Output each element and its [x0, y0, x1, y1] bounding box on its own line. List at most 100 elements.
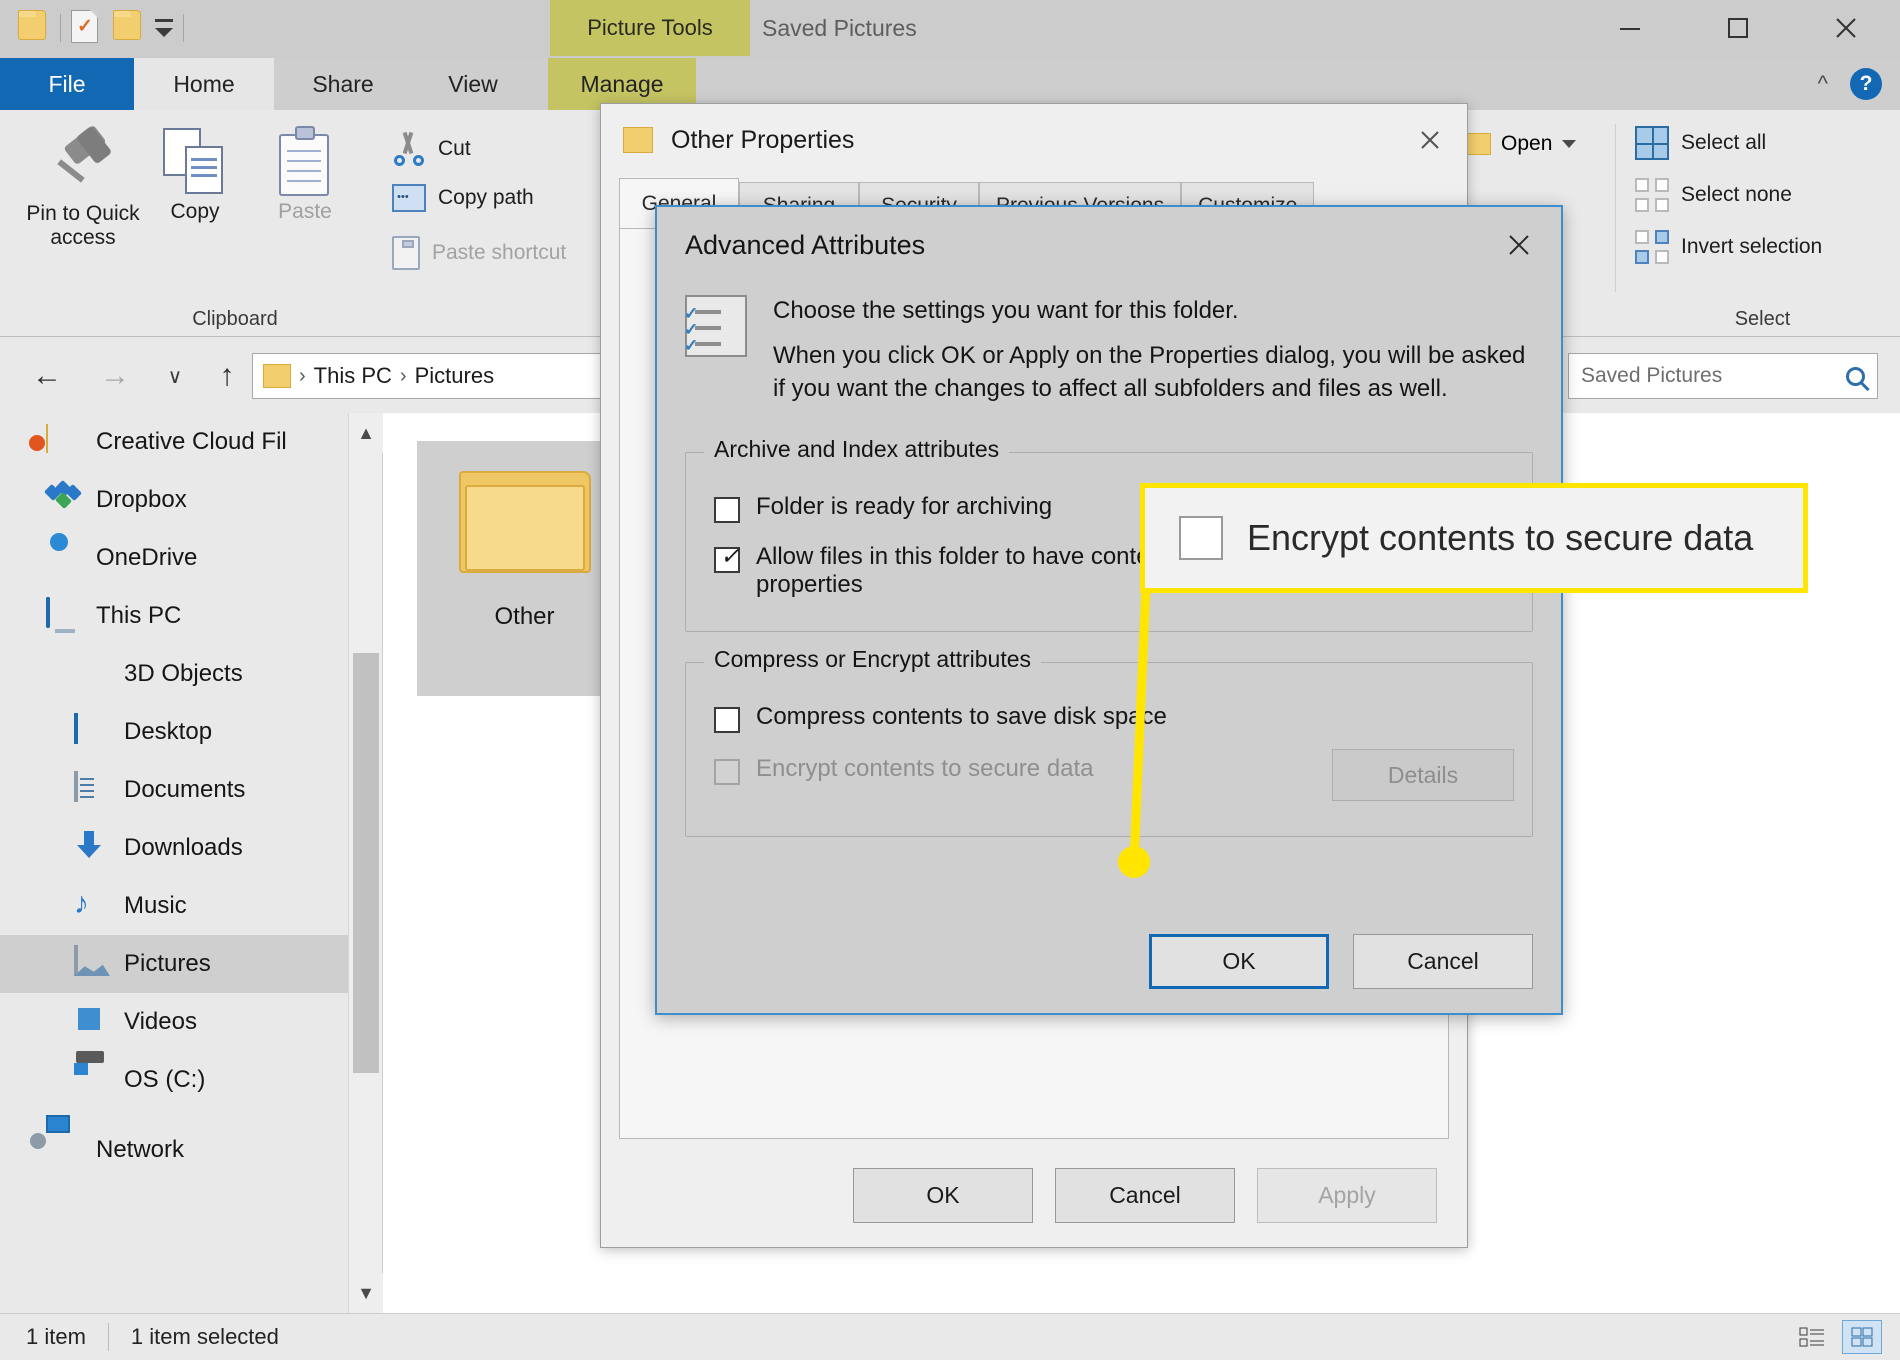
details-button: Details	[1332, 749, 1514, 801]
tab-share[interactable]: Share	[274, 58, 412, 110]
cut-button[interactable]: Cut	[392, 131, 471, 166]
select-all-button[interactable]: Select all	[1635, 126, 1766, 160]
advanced-cancel-button[interactable]: Cancel	[1353, 934, 1533, 989]
collapse-ribbon-chevron-up-icon[interactable]: ^	[1818, 71, 1828, 97]
contextual-tab-label: Picture Tools	[587, 15, 713, 40]
maximize-button[interactable]	[1684, 0, 1792, 56]
videos-icon	[74, 1005, 108, 1039]
toolbar-divider-2	[183, 14, 184, 42]
window-title-text: Saved Pictures	[762, 14, 917, 41]
advanced-attributes-close-button[interactable]	[1477, 207, 1561, 283]
up-button[interactable]: ↑	[204, 353, 250, 399]
sidebar-item-music[interactable]: ♪ Music	[0, 877, 348, 935]
intro-line-1: Choose the settings you want for this fo…	[773, 297, 1239, 324]
copy-button[interactable]: Copy	[140, 124, 250, 224]
navigation-pane: Creative Cloud Fil Dropbox OneDrive This…	[0, 413, 348, 1313]
scroll-up-arrow-icon[interactable]: ▲	[349, 413, 383, 453]
downloads-icon	[74, 831, 108, 865]
paste-button[interactable]: Paste	[250, 124, 360, 224]
sidebar-item-creative-cloud-files[interactable]: Creative Cloud Fil	[0, 413, 348, 471]
sidebar-item-label: Videos	[124, 1008, 197, 1035]
help-icon[interactable]: ?	[1850, 68, 1882, 100]
sidebar-item-documents[interactable]: Documents	[0, 761, 348, 819]
open-button[interactable]: Open	[1465, 132, 1577, 156]
forward-button[interactable]: →	[92, 353, 138, 399]
tab-manage-label: Manage	[580, 70, 664, 97]
paste-label: Paste	[278, 200, 332, 223]
clipboard-group-label: Clipboard	[192, 308, 278, 330]
tab-view[interactable]: View	[412, 58, 534, 110]
advanced-ok-button[interactable]: OK	[1149, 934, 1329, 989]
scrollbar-thumb[interactable]	[353, 653, 379, 1073]
sidebar-item-network[interactable]: Network	[0, 1115, 348, 1179]
back-button[interactable]: ←	[24, 353, 70, 399]
button-label: OK	[1222, 948, 1256, 974]
properties-close-button[interactable]	[1393, 104, 1467, 176]
navigation-pane-scrollbar[interactable]: ▲ ▼	[348, 413, 383, 1313]
callout-checkbox-icon	[1179, 516, 1223, 560]
checkbox-icon[interactable]: ✓	[714, 545, 740, 573]
onedrive-icon	[46, 541, 80, 575]
breadcrumb-separator-1: ›	[399, 364, 407, 387]
select-all-icon	[1635, 126, 1669, 160]
advanced-attributes-title-text: Advanced Attributes	[685, 229, 926, 260]
copy-path-button[interactable]: ••• Copy path	[392, 184, 534, 212]
properties-title-bar: Other Properties	[601, 104, 1467, 176]
documents-icon	[74, 771, 108, 807]
minimize-button[interactable]	[1576, 0, 1684, 56]
up-arrow-icon: ↑	[219, 359, 235, 392]
folder-icon	[458, 463, 591, 573]
select-all-label: Select all	[1681, 131, 1767, 154]
intro-line-2: When you click OK or Apply on the Proper…	[773, 341, 1526, 402]
sidebar-item-this-pc[interactable]: This PC	[0, 587, 348, 645]
paste-shortcut-button[interactable]: Paste shortcut	[392, 236, 566, 270]
compress-section-legend: Compress or Encrypt attributes	[704, 646, 1042, 673]
select-none-button[interactable]: Select none	[1635, 178, 1792, 212]
open-label: Open	[1501, 132, 1553, 155]
details-view-button[interactable]	[1792, 1320, 1832, 1354]
tab-file[interactable]: File	[0, 58, 134, 110]
sidebar-item-videos[interactable]: Videos	[0, 993, 348, 1051]
open-chevron-down-icon[interactable]	[1562, 140, 1577, 148]
sidebar-item-downloads[interactable]: Downloads	[0, 819, 348, 877]
breadcrumb-item-this-pc[interactable]: This PC	[314, 363, 392, 389]
checkbox-icon[interactable]	[714, 497, 740, 523]
breadcrumb-item-pictures[interactable]: Pictures	[415, 363, 494, 389]
scroll-down-arrow-icon[interactable]: ▼	[349, 1273, 383, 1313]
sidebar-item-os-drive[interactable]: OS (C:)	[0, 1051, 348, 1109]
sidebar-item-label: 3D Objects	[124, 660, 243, 687]
sidebar-item-dropbox[interactable]: Dropbox	[0, 471, 348, 529]
sidebar-item-3d-objects[interactable]: 3D Objects	[0, 645, 348, 703]
search-icon[interactable]	[1846, 366, 1865, 386]
sidebar-item-label: Dropbox	[96, 486, 187, 513]
new-folder-icon[interactable]	[113, 10, 145, 46]
callout-label: Encrypt contents to secure data	[1247, 517, 1754, 558]
invert-selection-label: Invert selection	[1681, 235, 1823, 258]
search-box[interactable]: Saved Pictures	[1568, 353, 1878, 399]
properties-apply-button[interactable]: Apply	[1257, 1167, 1437, 1223]
properties-cancel-button[interactable]: Cancel	[1055, 1167, 1235, 1223]
sidebar-item-onedrive[interactable]: OneDrive	[0, 529, 348, 587]
window-controls	[1576, 0, 1900, 56]
explorer-folder-icon[interactable]	[18, 10, 50, 46]
pin-icon	[48, 124, 118, 202]
status-selection: 1 item selected	[130, 1324, 279, 1349]
pin-to-quick-access-label: Pin to Quick access	[26, 202, 140, 250]
checkbox-compress-contents[interactable]: Compress contents to save disk space	[714, 703, 1167, 733]
sidebar-item-desktop[interactable]: Desktop	[0, 703, 348, 761]
large-icons-view-button[interactable]	[1842, 1320, 1882, 1354]
recent-locations-button[interactable]: ∨	[152, 353, 198, 399]
customize-toolbar-chevron-down-icon[interactable]	[155, 19, 173, 37]
search-input[interactable]: Saved Pictures	[1581, 364, 1722, 388]
properties-icon[interactable]: ✓	[71, 10, 103, 46]
invert-selection-button[interactable]: Invert selection	[1635, 230, 1822, 264]
sidebar-item-pictures[interactable]: Pictures	[0, 935, 348, 993]
close-button[interactable]	[1792, 0, 1900, 56]
properties-footer: OK Cancel Apply	[601, 1143, 1467, 1247]
checkbox-icon[interactable]	[714, 707, 740, 733]
pin-to-quick-access-button[interactable]: Pin to Quick access	[8, 124, 158, 250]
this-pc-icon	[46, 597, 80, 633]
properties-ok-button[interactable]: OK	[853, 1167, 1033, 1223]
copy-label: Copy	[170, 200, 220, 223]
tab-home[interactable]: Home	[134, 58, 274, 110]
